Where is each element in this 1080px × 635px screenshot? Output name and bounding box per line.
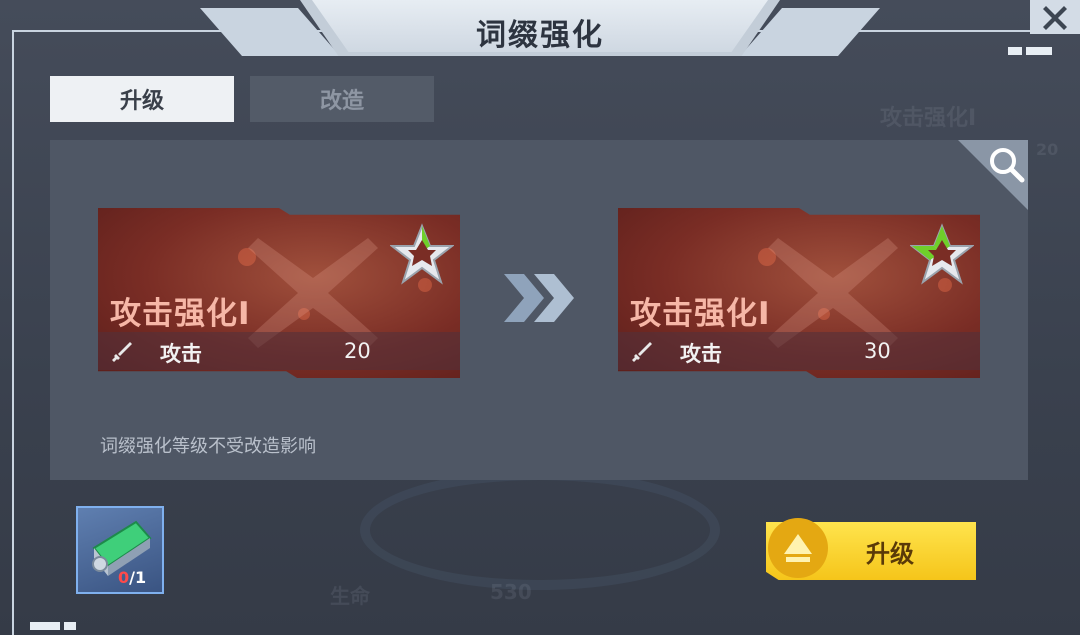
sword-icon (112, 342, 132, 362)
bottom-dash-decoration (30, 615, 80, 630)
dialog-title: 词缀强化 (476, 18, 604, 53)
stat-value-before: 20 (344, 339, 371, 363)
stat-label-before: 攻击 (160, 342, 202, 366)
stat-value-after: 30 (864, 339, 891, 363)
material-have: 0 (118, 568, 130, 587)
material-count: 0/1 (118, 568, 146, 587)
tab-modify[interactable]: 改造 (250, 76, 434, 122)
upgrade-note: 词缀强化等级不受改造影响 (100, 436, 316, 457)
magnifier-icon[interactable] (986, 144, 1028, 186)
affix-name-before: 攻击强化I (110, 296, 251, 332)
upgrade-button-label[interactable]: 升级 (840, 534, 940, 569)
close-x-icon (1043, 6, 1067, 30)
affix-card-before: 攻击强化I 攻击 20 (98, 208, 460, 378)
upgrade-button-icon-badge[interactable] (768, 518, 828, 578)
close-button[interactable] (1030, 0, 1080, 34)
corner-dash-decoration (1008, 40, 1058, 55)
double-chevron-right-icon (504, 274, 574, 322)
material-need: 1 (134, 568, 147, 587)
star-rank-icon (910, 223, 974, 285)
stat-bar (618, 332, 980, 370)
up-arrow-icon (784, 534, 812, 562)
star-rank-icon (390, 223, 454, 285)
sword-icon (632, 342, 652, 362)
affix-name-after: 攻击强化I (630, 296, 771, 332)
stat-bar (98, 332, 460, 370)
affix-card-after: 攻击强化I 攻击 30 (618, 208, 980, 378)
tab-upgrade[interactable]: 升级 (50, 76, 234, 122)
stat-label-after: 攻击 (680, 342, 722, 366)
